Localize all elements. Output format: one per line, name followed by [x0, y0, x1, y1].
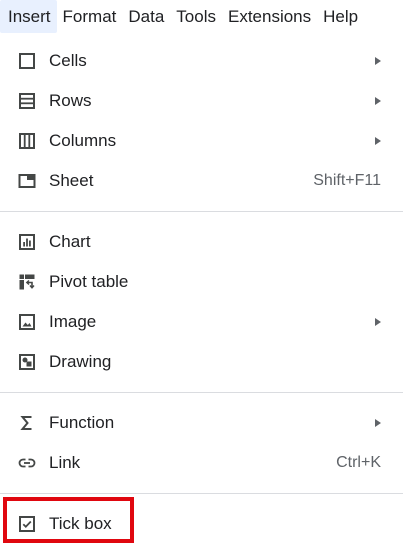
shortcut-label: Shift+F11	[313, 172, 381, 189]
menu-item-label: Sheet	[49, 171, 94, 190]
shortcut-label: Ctrl+K	[336, 454, 381, 471]
insert-dropdown-menu: Cells Rows Columns Sheet Shift+F11 Chart	[0, 33, 403, 550]
menu-item-cells[interactable]: Cells	[0, 41, 403, 81]
link-icon	[18, 454, 36, 472]
menu-item-label: Image	[49, 312, 97, 331]
pivot-table-icon	[18, 273, 36, 291]
menu-item-chart[interactable]: Chart	[0, 222, 403, 262]
menu-item-label: Link	[49, 453, 81, 472]
menu-item-label: Drawing	[49, 352, 112, 371]
menu-item-label: Columns	[49, 131, 117, 150]
menu-item-drawing[interactable]: Drawing	[0, 342, 403, 382]
menu-separator	[0, 493, 403, 494]
menu-extensions[interactable]: Extensions	[222, 0, 317, 33]
menu-item-pivot-table[interactable]: Pivot table	[0, 262, 403, 302]
menu-separator	[0, 211, 403, 212]
submenu-arrow-icon	[375, 97, 381, 105]
chart-icon	[18, 233, 36, 251]
submenu-arrow-icon	[375, 57, 381, 65]
drawing-icon	[18, 353, 36, 371]
menu-insert[interactable]: Insert	[0, 0, 57, 33]
columns-icon	[18, 132, 36, 150]
sigma-icon	[18, 414, 36, 432]
menu-item-label: Pivot table	[49, 272, 129, 291]
sheet-icon	[18, 172, 36, 190]
menu-item-rows[interactable]: Rows	[0, 81, 403, 121]
submenu-arrow-icon	[375, 137, 381, 145]
highlight-annotation-box	[3, 497, 134, 543]
menu-item-function[interactable]: Function	[0, 403, 403, 443]
menu-item-sheet[interactable]: Sheet Shift+F11	[0, 161, 403, 201]
menu-item-columns[interactable]: Columns	[0, 121, 403, 161]
cells-icon	[18, 52, 36, 70]
menu-item-image[interactable]: Image	[0, 302, 403, 342]
menu-item-link[interactable]: Link Ctrl+K	[0, 443, 403, 483]
menu-format[interactable]: Format	[57, 0, 123, 33]
menu-bar: Insert Format Data Tools Extensions Help	[0, 0, 403, 33]
menu-item-label: Chart	[49, 232, 91, 251]
menu-data[interactable]: Data	[122, 0, 170, 33]
menu-item-label: Function	[49, 413, 115, 432]
image-icon	[18, 313, 36, 331]
submenu-arrow-icon	[375, 419, 381, 427]
rows-icon	[18, 92, 36, 110]
submenu-arrow-icon	[375, 318, 381, 326]
menu-help[interactable]: Help	[317, 0, 364, 33]
menu-item-label: Rows	[49, 91, 92, 110]
menu-separator	[0, 392, 403, 393]
menu-item-label: Cells	[49, 51, 87, 70]
menu-tools[interactable]: Tools	[170, 0, 222, 33]
